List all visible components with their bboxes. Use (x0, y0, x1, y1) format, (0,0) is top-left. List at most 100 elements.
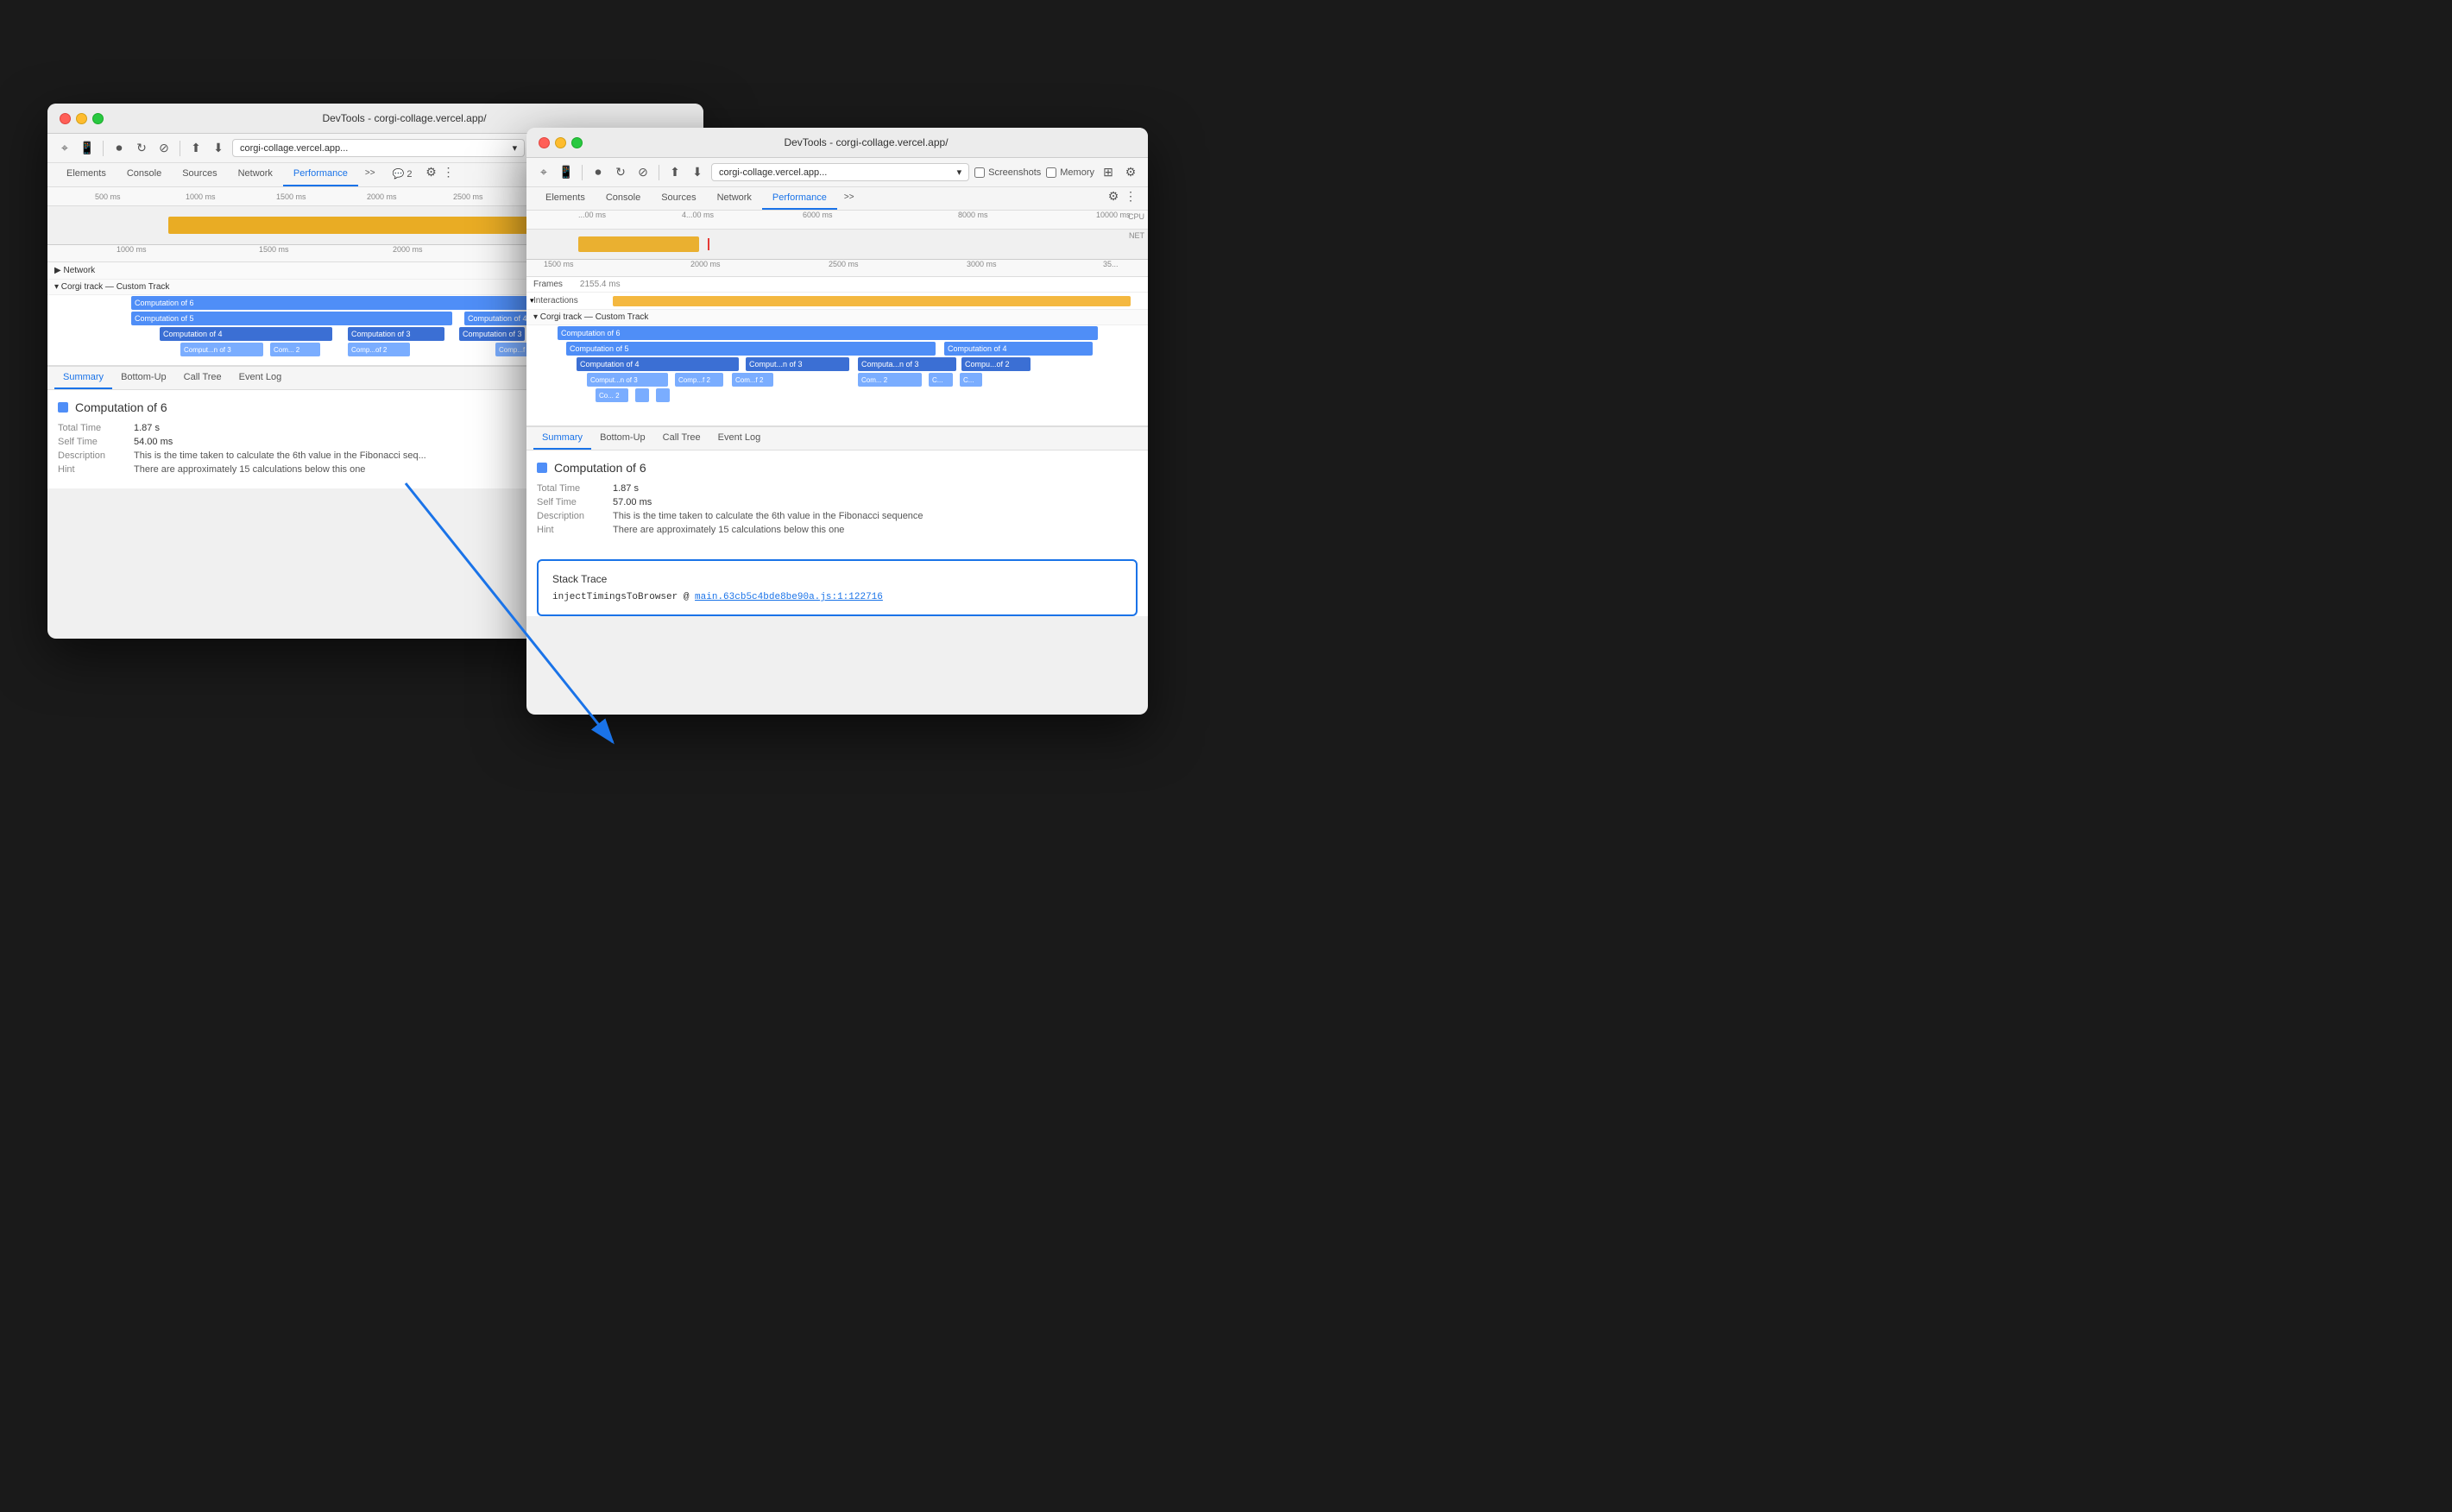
comp3a-bar-back[interactable]: Computation of 3 (348, 327, 444, 341)
comp2d-bar-front[interactable]: Compu...of 2 (961, 357, 1031, 371)
comp3a-bar-front[interactable]: Comput...n of 3 (746, 357, 849, 371)
minimize-button-front[interactable] (555, 137, 566, 148)
record-icon-front[interactable]: ⏺ (589, 164, 607, 181)
reload-icon[interactable]: ↻ (133, 140, 150, 157)
traffic-lights-front (539, 137, 583, 148)
ruler2-front: 1500 ms 2000 ms 2500 ms 3000 ms 35... (526, 260, 1148, 277)
url-bar-front[interactable]: corgi-collage.vercel.app... ▾ (711, 163, 969, 181)
tab-calltree-front[interactable]: Call Tree (654, 427, 709, 450)
compc2-bar-front[interactable]: C... (960, 373, 982, 387)
comp2g-bar-front[interactable]: Com... 2 (858, 373, 922, 387)
comp2j-bar-front[interactable] (656, 388, 670, 402)
maximize-button-front[interactable] (571, 137, 583, 148)
upload-icon[interactable]: ⬆ (187, 140, 205, 157)
screenshots-checkbox-front[interactable] (974, 167, 985, 178)
comp2i-bar-front[interactable] (635, 388, 649, 402)
clear-icon[interactable]: ⊘ (155, 140, 173, 157)
compc1-bar-front[interactable]: C... (929, 373, 953, 387)
tab-more-back[interactable]: >> (358, 163, 382, 186)
comp3b-bar-back[interactable]: Computation of 3 (459, 327, 525, 341)
download-icon-front[interactable]: ⬇ (689, 164, 706, 181)
tab-console-back[interactable]: Console (117, 163, 172, 186)
net-label-front: NET (1129, 231, 1144, 240)
total-time-key-front: Total Time (537, 483, 606, 494)
reload-icon-front[interactable]: ↻ (612, 164, 629, 181)
inspect-icon[interactable]: ⌖ (56, 140, 73, 157)
tab-more-front[interactable]: >> (837, 187, 861, 210)
more-icon-back[interactable]: ⋮ (439, 163, 457, 180)
tab-sources-back[interactable]: Sources (172, 163, 227, 186)
summary-color-box-front (537, 463, 547, 473)
frames-value-front: 2155.4 ms (580, 280, 621, 289)
comp5-bar-back[interactable]: Computation of 5 (131, 312, 452, 325)
close-button-back[interactable] (60, 113, 71, 124)
tab-elements-back[interactable]: Elements (56, 163, 117, 186)
tab-summary-front[interactable]: Summary (533, 427, 591, 450)
tick-1500ms-back: 1500 ms (276, 192, 306, 201)
self-time-val-front: 57.00 ms (613, 497, 652, 507)
memory-checkbox-front[interactable] (1046, 167, 1056, 178)
comp2a-bar-back[interactable]: Com... 2 (270, 343, 320, 356)
cpu-overview-front: NET (526, 230, 1148, 260)
total-time-val-back: 1.87 s (134, 423, 160, 433)
stack-trace-link[interactable]: main.63cb5c4bde8be90a.js:1:122716 (695, 592, 883, 602)
clear-icon-front[interactable]: ⊘ (634, 164, 652, 181)
tab-network-back[interactable]: Network (228, 163, 283, 186)
upload-icon-front[interactable]: ⬆ (666, 164, 684, 181)
more-icon-front[interactable]: ⋮ (1122, 187, 1139, 205)
inspect-icon-front[interactable]: ⌖ (535, 164, 552, 181)
stack-trace-prefix: injectTimingsToBrowser @ (552, 592, 689, 602)
comp2h-bar-front[interactable]: Co... 2 (596, 388, 628, 402)
comp5-bar-front[interactable]: Computation of 5 (566, 342, 936, 356)
tab-badge-back[interactable]: 💬 2 (382, 163, 423, 186)
tab-console-front[interactable]: Console (596, 187, 651, 210)
interactions-row-front: Interactions ▾ (526, 293, 1148, 310)
comp2b-bar-back[interactable]: Comp...of 2 (348, 343, 410, 356)
tab-summary-back[interactable]: Summary (54, 367, 112, 389)
comp4b-bar-front[interactable]: Computation of 4 (577, 357, 739, 371)
tab-performance-back[interactable]: Performance (283, 163, 358, 186)
tick2-1500-back: 1500 ms (259, 245, 289, 254)
download-icon[interactable]: ⬇ (210, 140, 227, 157)
settings-icon-front[interactable]: ⚙ (1122, 164, 1139, 181)
record-icon[interactable]: ⏺ (110, 140, 128, 157)
memory-check-front[interactable]: Memory (1046, 167, 1094, 178)
tab-bottomup-back[interactable]: Bottom-Up (112, 367, 175, 389)
settings-icon-nav-back[interactable]: ⚙ (422, 163, 439, 180)
comp6-bar-back[interactable]: Computation of 6 (131, 296, 554, 310)
url-bar-back[interactable]: corgi-collage.vercel.app... ▾ (232, 139, 525, 157)
tick-top4-front: 8000 ms (958, 211, 988, 219)
screenshots-label-front: Screenshots (988, 167, 1041, 178)
network-icon-front[interactable]: ⊞ (1100, 164, 1117, 181)
comp3c-bar-front[interactable]: Comput...n of 3 (587, 373, 668, 387)
url-dropdown-icon-front[interactable]: ▾ (957, 167, 962, 178)
tab-performance-front[interactable]: Performance (762, 187, 837, 210)
tab-sources-front[interactable]: Sources (651, 187, 706, 210)
tab-elements-front[interactable]: Elements (535, 187, 596, 210)
comp3c-bar-back[interactable]: Comput...n of 3 (180, 343, 263, 356)
device-icon-front[interactable]: 📱 (558, 164, 575, 181)
comp4a-bar-front[interactable]: Computation of 4 (944, 342, 1093, 356)
tab-bottomup-front[interactable]: Bottom-Up (591, 427, 654, 450)
tick-2500ms-back: 2500 ms (453, 192, 483, 201)
tab-calltree-back[interactable]: Call Tree (175, 367, 230, 389)
tab-eventlog-back[interactable]: Event Log (230, 367, 291, 389)
comp3b-bar-front[interactable]: Computa...n of 3 (858, 357, 956, 371)
maximize-button-back[interactable] (92, 113, 104, 124)
comp6-bar-front[interactable]: Computation of 6 (558, 326, 1098, 340)
comp4b-bar-back[interactable]: Computation of 4 (160, 327, 332, 341)
comp2e-bar-front[interactable]: Comp...f 2 (675, 373, 723, 387)
screenshots-check-front[interactable]: Screenshots (974, 167, 1041, 178)
device-icon[interactable]: 📱 (79, 140, 96, 157)
comp2f-bar-front[interactable]: Com...f 2 (732, 373, 773, 387)
tab-eventlog-front[interactable]: Event Log (709, 427, 770, 450)
self-time-val-back: 54.00 ms (134, 437, 173, 447)
tick-500ms-back: 500 ms (95, 192, 121, 201)
url-dropdown-icon[interactable]: ▾ (513, 142, 518, 154)
settings-icon-nav-front[interactable]: ⚙ (1105, 187, 1122, 205)
window-title-back: DevTools - corgi-collage.vercel.app/ (117, 112, 691, 124)
comp2c-bar-back[interactable]: Comp...f 2 (495, 343, 530, 356)
close-button-front[interactable] (539, 137, 550, 148)
tab-network-front[interactable]: Network (707, 187, 762, 210)
minimize-button-back[interactable] (76, 113, 87, 124)
